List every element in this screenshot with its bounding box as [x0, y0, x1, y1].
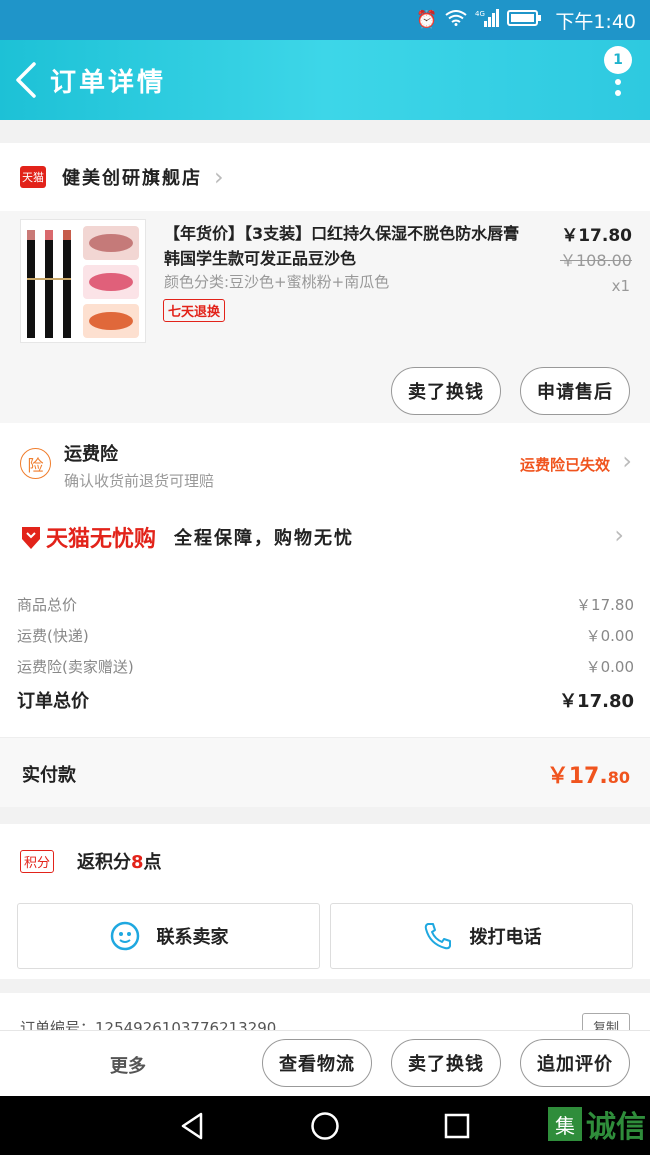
- summary-row: 运费险(卖家赠送) ￥0.00: [17, 656, 634, 677]
- more-dot: [615, 79, 621, 85]
- watermark-box: 集: [548, 1107, 582, 1141]
- paid-amount-int: ￥17.: [546, 764, 608, 789]
- phone-icon: [424, 923, 451, 950]
- insurance-subtitle: 确认收货前退货可理赔: [64, 472, 215, 490]
- product-image: [20, 219, 146, 343]
- paid-amount-dec: 80: [607, 768, 630, 787]
- nav-recents-button[interactable]: [417, 1096, 497, 1155]
- chevron-right-icon: ›: [214, 163, 224, 191]
- paid-label: 实付款: [22, 765, 76, 786]
- tmall-shield-icon: [22, 527, 40, 549]
- nav-home-button[interactable]: [285, 1096, 365, 1155]
- contact-seller-button[interactable]: 联系卖家: [17, 903, 320, 969]
- more-actions-link[interactable]: 更多: [110, 1052, 146, 1078]
- system-nav-bar: 集 诚信: [0, 1096, 650, 1155]
- summary-label: 运费险(卖家赠送): [17, 658, 134, 676]
- paid-amount-row: 实付款 ￥17.80: [0, 737, 650, 807]
- return-policy-tag: 七天退换: [163, 299, 226, 322]
- points-tag: 积分: [20, 850, 55, 873]
- points-text-before: 返积分: [77, 852, 131, 873]
- view-logistics-button[interactable]: 查看物流: [262, 1039, 372, 1087]
- worry-free-row[interactable]: 天猫无忧购 全程保障，购物无忧 ›: [0, 503, 650, 571]
- summary-value: ￥0.00: [585, 627, 634, 645]
- circle-home-icon: [311, 1111, 339, 1140]
- summary-row: 运费(快递) ￥0.00: [17, 625, 634, 646]
- points-text-after: 点: [143, 852, 162, 873]
- more-dot: [615, 90, 621, 96]
- add-review-button[interactable]: 追加评价: [520, 1039, 630, 1087]
- nav-back-button[interactable]: [152, 1096, 232, 1155]
- order-total-row: 订单总价 ￥17.80: [17, 687, 634, 713]
- summary-value: ￥0.00: [585, 658, 634, 676]
- insurance-status: 运费险已失效: [519, 456, 610, 474]
- wifi-icon: [445, 9, 467, 31]
- store-row[interactable]: 天猫 健美创研旗舰店 ›: [0, 143, 650, 211]
- product-quantity: x1: [611, 277, 630, 295]
- order-total-label: 订单总价: [17, 691, 89, 712]
- status-bar: ⏰ 4G 下午1:40: [0, 0, 650, 40]
- call-phone-label: 拨打电话: [469, 927, 542, 948]
- notification-badge: 1: [604, 46, 632, 74]
- more-menu-button[interactable]: 1: [602, 46, 634, 108]
- triangle-back-icon: [181, 1112, 203, 1139]
- square-recents-icon: [444, 1113, 470, 1138]
- points-text: 返积分8点: [77, 848, 162, 874]
- watermark: 集 诚信: [548, 1102, 646, 1146]
- product-price: ￥17.80: [561, 226, 632, 246]
- freight-insurance-row[interactable]: 险 运费险 确认收货前退货可理赔 运费险已失效 ›: [0, 423, 650, 503]
- svg-text:4G: 4G: [475, 10, 485, 18]
- status-time: 下午1:40: [555, 10, 636, 33]
- watermark-text: 诚信: [586, 1110, 646, 1145]
- store-name: 健美创研旗舰店: [62, 168, 202, 189]
- product-original-price: ￥108.00: [560, 251, 632, 270]
- paid-amount: ￥17.80: [547, 758, 630, 790]
- insurance-icon: 险: [20, 448, 51, 479]
- contact-seller-label: 联系卖家: [156, 927, 229, 948]
- insurance-title: 运费险: [64, 444, 118, 465]
- bottom-action-bar: 更多 查看物流 卖了换钱 追加评价: [0, 1030, 650, 1096]
- summary-row: 商品总价 ￥17.80: [17, 594, 634, 615]
- sell-for-cash-button[interactable]: 卖了换钱: [391, 367, 501, 415]
- alarm-icon: ⏰: [416, 10, 438, 30]
- summary-value: ￥17.80: [576, 596, 634, 614]
- battery-icon: [507, 9, 542, 31]
- chevron-right-icon: ›: [622, 447, 632, 475]
- product-item[interactable]: 【年货价】【3支装】口红持久保湿不脱色防水唇膏韩国学生款可发正品豆沙色 颜色分类…: [0, 211, 650, 423]
- chevron-right-icon: ›: [614, 521, 624, 549]
- chevron-left-icon: [16, 62, 36, 98]
- order-total-value: ￥17.80: [559, 691, 634, 712]
- product-sku: 颜色分类:豆沙色+蜜桃粉+南瓜色: [164, 273, 390, 291]
- price-summary: 商品总价 ￥17.80 运费(快递) ￥0.00 运费险(卖家赠送) ￥0.00…: [0, 571, 650, 737]
- after-sale-button[interactable]: 申请售后: [520, 367, 630, 415]
- back-button[interactable]: [6, 40, 46, 120]
- worry-free-logo-text: 天猫无忧购: [46, 527, 157, 552]
- signal-icon: 4G: [475, 8, 500, 32]
- order-number-row: 订单编号：1254926103776213290 复制: [0, 993, 650, 1033]
- tmall-worry-free-logo: 天猫无忧购: [20, 521, 156, 553]
- tmall-logo: 天猫: [20, 166, 46, 188]
- points-number: 8: [131, 852, 144, 873]
- summary-label: 运费(快递): [17, 627, 89, 645]
- call-phone-button[interactable]: 拨打电话: [330, 903, 633, 969]
- product-title: 【年货价】【3支装】口红持久保湿不脱色防水唇膏韩国学生款可发正品豆沙色: [164, 224, 520, 268]
- summary-label: 商品总价: [17, 596, 78, 614]
- page-title: 订单详情: [50, 67, 167, 98]
- points-section: 积分 返积分8点 联系卖家 拨打电话: [0, 824, 650, 979]
- worry-free-slogan: 全程保障，购物无忧: [174, 528, 355, 549]
- header: 订单详情 1: [0, 40, 650, 120]
- chat-face-icon: [110, 921, 139, 951]
- sell-for-cash-button[interactable]: 卖了换钱: [391, 1039, 501, 1087]
